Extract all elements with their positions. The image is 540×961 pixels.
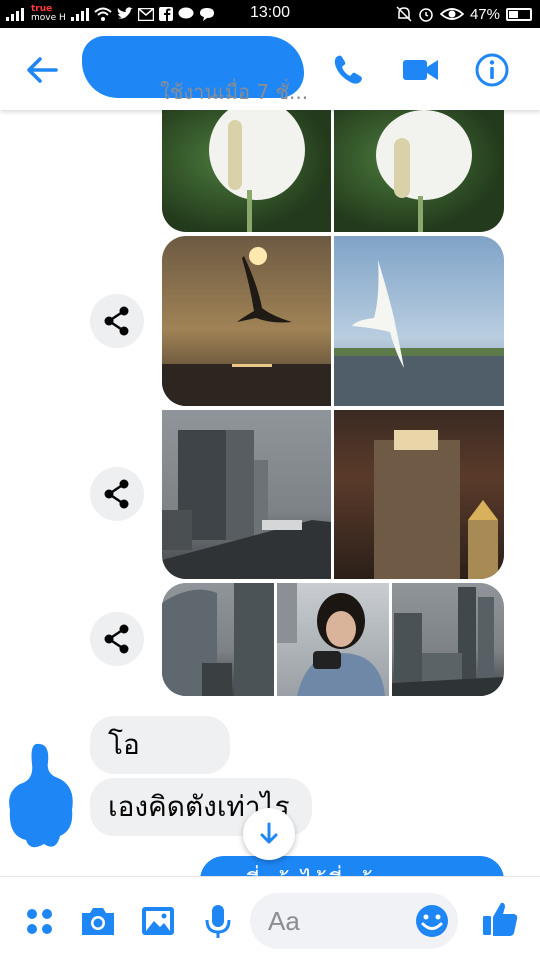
status-bar: true move H 13:00 47%	[0, 0, 540, 28]
battery-icon	[506, 7, 532, 21]
conversation-header: ใช้งานเมื่อ 7 ชั่...	[0, 28, 540, 110]
photo-curved-building[interactable]	[162, 583, 274, 696]
photo-peace-lily-2[interactable]	[334, 110, 504, 232]
phone-icon[interactable]	[328, 50, 368, 90]
photo-seagull-sunset[interactable]	[162, 236, 331, 406]
status-right-icons: 47%	[396, 4, 532, 24]
emoji-icon[interactable]	[412, 901, 452, 941]
redacted-avatar[interactable]	[6, 740, 76, 852]
active-status: ใช้งานเมื่อ 7 ชั่...	[160, 80, 309, 104]
message-input[interactable]: Aa	[250, 893, 458, 949]
silent-icon	[396, 6, 412, 22]
video-camera-icon[interactable]	[400, 50, 440, 90]
thumbs-up-icon[interactable]	[480, 899, 520, 939]
back-arrow-icon[interactable]	[22, 50, 62, 90]
share-button[interactable]	[90, 294, 144, 348]
alarm-icon	[419, 8, 433, 22]
photo-bts-skytrain[interactable]	[162, 410, 331, 579]
composer-bar: Aa	[0, 876, 540, 961]
share-button[interactable]	[90, 467, 144, 521]
share-icon	[104, 306, 129, 336]
arrow-down-icon	[260, 822, 278, 844]
share-icon	[104, 624, 129, 654]
incoming-message[interactable]: โอเครๆๆ	[90, 716, 230, 819]
photo-night-tower[interactable]	[334, 410, 504, 579]
photo-peace-lily-1[interactable]	[162, 110, 331, 232]
battery-percent: 47%	[469, 5, 500, 23]
camera-icon[interactable]	[78, 901, 118, 941]
scroll-to-bottom-button[interactable]	[243, 808, 295, 860]
battery-level	[509, 10, 518, 18]
photo-woman-camera[interactable]	[277, 583, 389, 696]
gallery-icon[interactable]	[138, 901, 178, 941]
eye-icon	[439, 8, 464, 20]
share-button[interactable]	[90, 612, 144, 666]
photo-city-skyline[interactable]	[392, 583, 504, 696]
apps-icon[interactable]	[20, 901, 60, 941]
share-icon	[104, 479, 129, 509]
message-placeholder: Aa	[268, 906, 300, 936]
photo-seagull-sea[interactable]	[334, 236, 504, 406]
microphone-icon[interactable]	[198, 901, 238, 941]
info-icon[interactable]	[472, 50, 512, 90]
